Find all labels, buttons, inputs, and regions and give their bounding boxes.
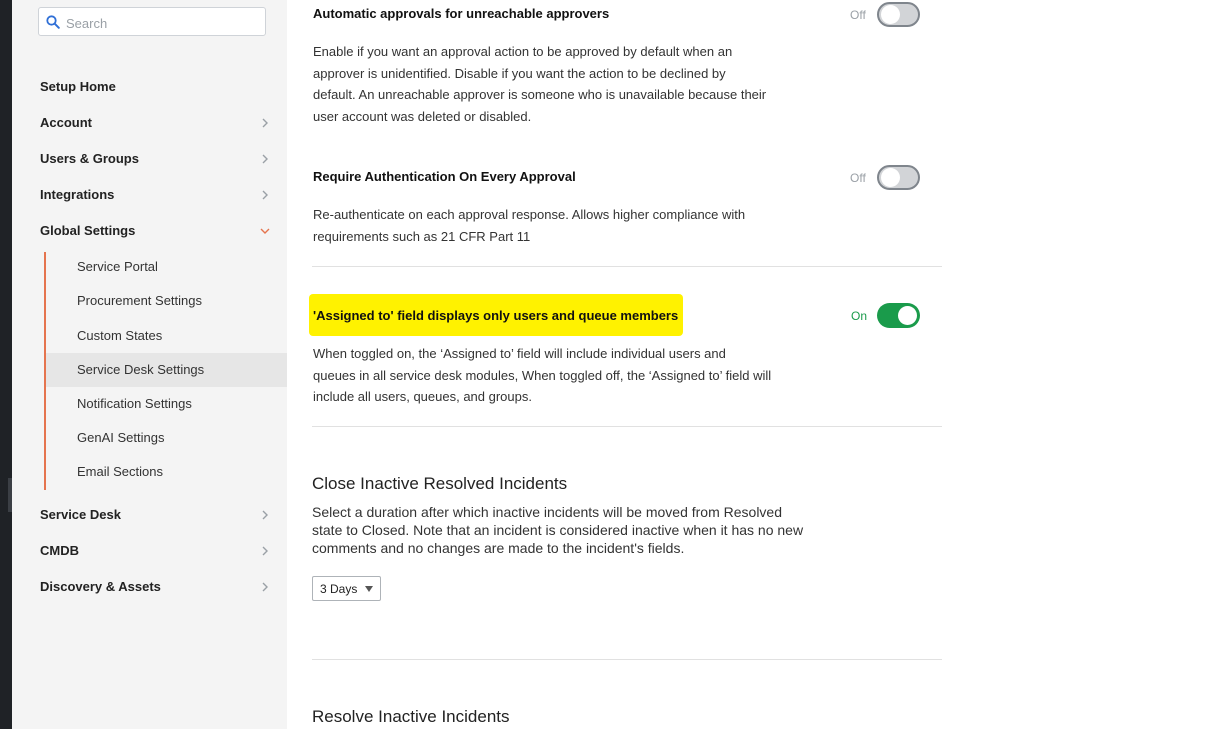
sidebar-item-integrations[interactable]: Integrations	[12, 178, 287, 214]
sidebar-subitem-service-desk-settings[interactable]: Service Desk Settings	[46, 353, 287, 387]
sidebar-subitem-procurement-settings[interactable]: Procurement Settings	[46, 284, 287, 318]
sidebar-item-cmdb[interactable]: CMDB	[12, 534, 287, 570]
toggle-state-label: Off	[850, 8, 866, 22]
select-value: 3 Days	[320, 582, 358, 596]
sidebar-subitem-label: GenAI Settings	[77, 430, 165, 445]
section-divider	[312, 426, 942, 427]
auto-approvals-toggle[interactable]	[877, 2, 920, 27]
close-inactive-desc: Select a duration after which inactive i…	[312, 503, 822, 557]
toggle-knob	[898, 306, 917, 325]
search-input[interactable]	[64, 12, 263, 34]
section-divider	[312, 266, 942, 267]
search-box[interactable]	[38, 7, 266, 36]
sidebar-subitem-custom-states[interactable]: Custom States	[46, 319, 287, 353]
sidebar-item-label: Global Settings	[40, 223, 136, 238]
desc-line: Enable if you want an approval action to…	[313, 44, 733, 59]
sidebar-item-service-desk[interactable]: Service Desk	[12, 498, 287, 534]
sidebar-subitem-service-portal[interactable]: Service Portal	[46, 250, 287, 284]
sidebar-subitem-email-sections[interactable]: Email Sections	[46, 455, 287, 489]
sidebar-item-account[interactable]: Account	[12, 106, 287, 142]
sidebar-item-setup-home[interactable]: Setup Home	[12, 70, 287, 106]
chevron-right-icon	[262, 118, 268, 128]
desc-line: queues in all service desk modules, When…	[313, 367, 772, 383]
sidebar-item-label: Discovery & Assets	[40, 579, 161, 594]
close-inactive-title: Close Inactive Resolved Incidents	[312, 474, 568, 493]
desc-line: user account was deleted or disabled.	[313, 108, 532, 124]
sidebar-item-global-settings[interactable]: Global Settings	[12, 214, 287, 250]
sidebar-subitem-notification-settings[interactable]: Notification Settings	[46, 387, 287, 421]
toggle-knob	[881, 5, 900, 24]
desc-line: When toggled on, the ‘Assigned to’ field…	[313, 346, 726, 361]
chevron-right-icon	[262, 510, 268, 520]
settings-content: Automatic approvals for unreachable appr…	[287, 0, 1214, 729]
sidebar-subitem-label: Service Portal	[77, 259, 158, 274]
sidebar-item-discovery-assets[interactable]: Discovery & Assets	[12, 570, 287, 606]
caret-down-icon	[365, 586, 373, 592]
desc-line: approver is unidentified. Disable if you…	[313, 65, 726, 81]
sidebar-subitem-label: Procurement Settings	[77, 293, 203, 308]
desc-line: requirements such as 21 CFR Part 11	[313, 228, 531, 244]
desc-line: Re-authenticate on each approval respons…	[313, 207, 746, 222]
desc-line: default. An unreachable approver is some…	[313, 87, 767, 102]
chevron-right-icon	[262, 546, 268, 556]
sidebar-item-label: CMDB	[40, 543, 79, 558]
desc-line: comments and no changes are made to the …	[312, 540, 685, 556]
toggle-state-label: On	[851, 309, 868, 323]
sidebar-subitem-label: Email Sections	[77, 464, 163, 479]
setting-desc-auto-approvals: Enable if you want an approval action to…	[313, 41, 788, 127]
toggle-state-label: Off	[850, 171, 866, 185]
setting-desc-require-auth: Re-authenticate on each approval respons…	[313, 204, 788, 247]
sidebar-subitem-genai-settings[interactable]: GenAI Settings	[46, 421, 287, 455]
chevron-down-icon	[260, 228, 270, 234]
settings-sidebar: Setup Home Account Users & Groups Integr…	[12, 0, 287, 729]
app-left-rail	[0, 0, 12, 729]
setting-title-auto-approvals: Automatic approvals for unreachable appr…	[313, 6, 610, 21]
sidebar-item-label: Integrations	[40, 187, 115, 202]
sidebar-item-label: Account	[40, 115, 92, 130]
desc-line: Select a duration after which inactive i…	[312, 504, 783, 520]
assigned-to-toggle[interactable]	[877, 303, 920, 328]
chevron-right-icon	[262, 190, 268, 200]
sidebar-subitem-label: Notification Settings	[77, 396, 192, 411]
chevron-right-icon	[262, 582, 268, 592]
sidebar-item-label: Service Desk	[40, 507, 121, 522]
toggle-knob	[881, 168, 900, 187]
setting-title-assigned-to: 'Assigned to' field displays only users …	[313, 308, 679, 323]
desc-line: state to Closed. Note that an incident i…	[312, 522, 804, 538]
sidebar-item-label: Setup Home	[40, 79, 116, 94]
setting-title-require-auth: Require Authentication On Every Approval	[313, 169, 576, 184]
chevron-right-icon	[262, 154, 268, 164]
close-inactive-duration-select[interactable]: 3 Days	[312, 576, 381, 601]
sidebar-item-users-groups[interactable]: Users & Groups	[12, 142, 287, 178]
desc-line: include all users, queues, and groups.	[313, 389, 532, 404]
search-icon	[46, 15, 60, 29]
sidebar-subitem-label: Custom States	[77, 328, 163, 343]
require-auth-toggle[interactable]	[877, 165, 920, 190]
setting-desc-assigned-to: When toggled on, the ‘Assigned to’ field…	[313, 343, 788, 408]
sidebar-subitem-label: Service Desk Settings	[77, 362, 205, 377]
sidebar-item-label: Users & Groups	[40, 151, 139, 166]
section-divider	[312, 659, 942, 660]
resolve-inactive-title: Resolve Inactive Incidents	[312, 707, 510, 726]
